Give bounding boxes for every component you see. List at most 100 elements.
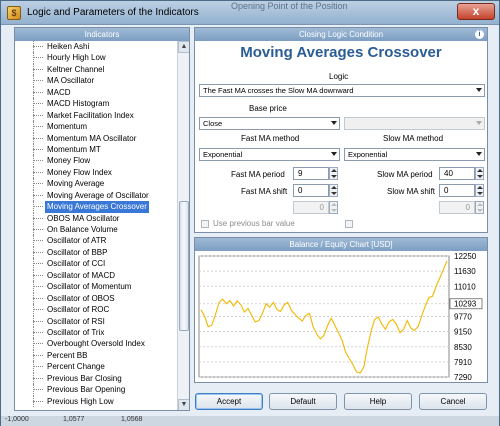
list-item[interactable]: Oscillator of BBP — [15, 246, 177, 259]
use-previous-bar-checkbox[interactable] — [201, 220, 209, 228]
list-item-label: Hourly High Low — [47, 53, 106, 63]
list-item-label: Momentum MA Oscillator — [47, 133, 137, 143]
background-value: 1,0577 — [63, 416, 85, 423]
scroll-up-arrow-icon[interactable]: ▲ — [178, 41, 189, 53]
y-tick-label: 9150 — [454, 328, 472, 337]
logic-select[interactable]: The Fast MA crosses the Slow MA downward — [199, 84, 485, 97]
list-item-label: Moving Average of Oscillator — [47, 190, 149, 200]
tree-connector — [33, 286, 43, 288]
y-tick-label: 8530 — [454, 343, 472, 352]
fast-ma-method-select[interactable]: Exponential — [199, 148, 340, 161]
list-item[interactable]: On Balance Volume — [15, 224, 177, 236]
chevron-down-icon — [476, 121, 482, 125]
list-item[interactable]: Percent BB — [15, 349, 177, 362]
default-button[interactable]: Default — [269, 393, 337, 410]
tree-connector — [33, 206, 43, 208]
title-bar[interactable]: $ Logic and Parameters of the Indicators… — [1, 1, 499, 25]
list-item[interactable]: OBOS MA Oscillator — [15, 212, 177, 224]
tree-connector — [33, 68, 43, 70]
list-item[interactable]: Heiken Ashi — [15, 41, 177, 53]
disabled-select — [344, 117, 485, 130]
chevron-down-icon — [476, 152, 482, 156]
list-item-label: Oscillator of OBOS — [47, 293, 115, 303]
list-item-label: Previous Bar Opening — [47, 385, 126, 395]
fast-ma-period-input[interactable]: 9 — [293, 167, 329, 180]
list-item[interactable]: MACD — [15, 86, 177, 99]
y-tick-label: 11630 — [454, 267, 476, 276]
y-tick-label: 10293 — [454, 300, 477, 309]
list-item[interactable]: MA Oscillator — [15, 75, 177, 87]
list-item[interactable]: Oscillator of Momentum — [15, 281, 177, 293]
base-price-select[interactable]: Close — [199, 117, 340, 130]
list-item[interactable]: Moving Average — [15, 178, 177, 190]
list-item[interactable]: Oscillator of Trix — [15, 326, 177, 339]
list-item[interactable]: Money Flow — [15, 155, 177, 167]
list-item[interactable]: Oscillator of ROC — [15, 304, 177, 316]
logic-panel: Closing Logic Condition i Moving Average… — [194, 27, 488, 233]
list-item[interactable]: Previous Bar Opening — [15, 384, 177, 396]
list-item-label: Oscillator of ROC — [47, 305, 110, 315]
list-item[interactable]: Previous High Low — [15, 395, 177, 407]
indicators-scrollbar[interactable]: ▲ ▼ — [177, 41, 189, 410]
list-item[interactable]: Oscillator of MACD — [15, 269, 177, 282]
use-previous-bar-label: Use previous bar value — [213, 219, 295, 228]
indicator-dialog: $ Logic and Parameters of the Indicators… — [0, 0, 500, 426]
list-item[interactable]: Oscillator of ATR — [15, 235, 177, 247]
slow-ma-method-select[interactable]: Exponential — [344, 148, 485, 161]
indicators-list[interactable]: Heiken Ashi Hourly High Low Keltner Channe… — [15, 41, 177, 410]
close-button[interactable]: x — [457, 3, 495, 20]
list-item-label: Market Facilitation Index — [47, 110, 134, 120]
list-item[interactable]: Percent Change — [15, 361, 177, 373]
tree-connector — [33, 389, 43, 391]
scrollbar-thumb[interactable] — [179, 201, 189, 331]
app-icon: $ — [7, 6, 21, 20]
list-item[interactable]: Market Facilitation Index — [15, 109, 177, 122]
accept-button[interactable]: Accept — [195, 393, 263, 410]
cancel-button[interactable]: Cancel — [419, 393, 487, 410]
fast-ma-period-stepper[interactable] — [329, 167, 338, 180]
fast-ma-shift-input[interactable]: 0 — [293, 184, 329, 197]
list-item[interactable]: Moving Average of Oscillator — [15, 189, 177, 202]
scroll-down-arrow-icon[interactable]: ▼ — [178, 399, 189, 410]
list-item-label: Keltner Channel — [47, 64, 105, 74]
tree-connector — [33, 91, 43, 93]
list-item-label: Momentum — [47, 122, 88, 132]
fast-ma-period-label: Fast MA period — [231, 170, 285, 179]
tree-connector — [33, 183, 43, 185]
list-item-label: Oscillator of RSI — [47, 316, 105, 326]
slow-ma-shift-input[interactable]: 0 — [439, 184, 475, 197]
list-item[interactable]: Oscillator of RSI — [15, 315, 177, 327]
list-item-label: Oscillator of Trix — [47, 327, 105, 337]
list-item[interactable]: MACD Histogram — [15, 98, 177, 110]
background-value: -1,0000 — [5, 416, 29, 423]
indicators-panel: Indicators Heiken Ashi Hourly High Low Kel… — [14, 27, 190, 411]
list-item-label: MA Oscillator — [47, 76, 95, 86]
list-item[interactable]: Momentum MT — [15, 143, 177, 156]
list-item[interactable]: Momentum — [15, 121, 177, 133]
list-item[interactable]: Hourly High Low — [15, 52, 177, 64]
list-item[interactable]: Oscillator of CCI — [15, 258, 177, 270]
slow-ma-shift-stepper[interactable] — [475, 184, 484, 197]
list-item-label: Previous High Low — [47, 396, 114, 406]
list-item[interactable]: Oscillator of OBOS — [15, 292, 177, 305]
fast-ma-shift-label: Fast MA shift — [241, 187, 288, 196]
list-item[interactable]: Moving Averages Crossover — [15, 201, 177, 213]
chevron-down-icon — [476, 88, 482, 92]
slow-ma-period-stepper[interactable] — [475, 167, 484, 180]
list-item[interactable]: Money Flow Index — [15, 166, 177, 179]
list-item[interactable]: Momentum MA Oscillator — [15, 132, 177, 144]
fast-ma-shift-stepper[interactable] — [329, 184, 338, 197]
list-item[interactable]: Keltner Channel — [15, 63, 177, 76]
list-item[interactable]: Previous Bar Closing — [15, 372, 177, 385]
help-button[interactable]: Help — [344, 393, 412, 410]
y-tick-label: 7910 — [454, 358, 472, 367]
list-item-label: Moving Averages Crossover — [45, 201, 149, 213]
logic-select-value: The Fast MA crosses the Slow MA downward — [203, 86, 354, 95]
list-item-label: Overbought Oversold Index — [47, 339, 145, 349]
right-checkbox[interactable] — [345, 220, 353, 228]
slow-ma-period-input[interactable]: 40 — [439, 167, 475, 180]
list-item-label: Percent Change — [47, 362, 105, 372]
list-item[interactable]: Overbought Oversold Index — [15, 338, 177, 350]
chevron-down-icon — [331, 121, 337, 125]
info-icon[interactable]: i — [475, 30, 484, 39]
